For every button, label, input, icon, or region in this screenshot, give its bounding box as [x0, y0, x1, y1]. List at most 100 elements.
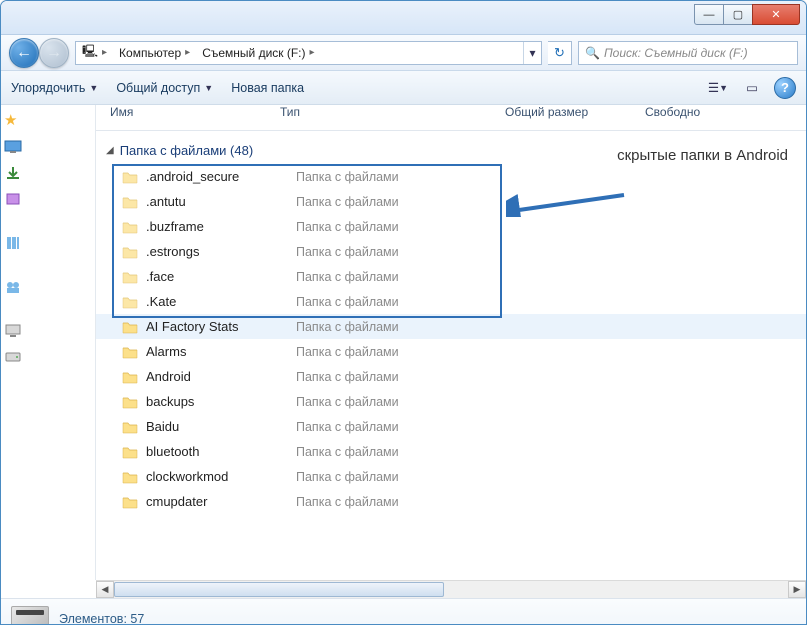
column-header-free[interactable]: Свободно	[645, 105, 806, 130]
help-button[interactable]: ?	[774, 77, 796, 99]
titlebar: — ▢ ✕	[1, 1, 806, 35]
file-type: Папка с файлами	[296, 320, 399, 334]
explorer-window: — ▢ ✕ ← → 🖳 ▸ Компьютер▸ Съемный диск (F:…	[0, 0, 807, 625]
column-header-size[interactable]: Общий размер	[505, 105, 645, 130]
file-row[interactable]: AI Factory StatsПапка с файлами	[96, 314, 806, 339]
column-header-type[interactable]: Тип	[280, 105, 505, 130]
annotation-label: скрытые папки в Android	[617, 147, 788, 164]
chevron-right-icon: ▸	[185, 47, 190, 58]
sidebar-item-drive[interactable]	[4, 349, 22, 365]
view-options-button[interactable]: ☰ ▼	[706, 77, 730, 99]
collapse-triangle-icon: ◢	[106, 145, 114, 156]
close-button[interactable]: ✕	[752, 4, 800, 25]
search-input[interactable]: 🔍 Поиск: Съемный диск (F:)	[578, 41, 798, 65]
search-icon: 🔍	[585, 46, 600, 60]
file-type: Папка с файлами	[296, 220, 399, 234]
folder-icon	[122, 469, 140, 485]
file-type: Папка с файлами	[296, 420, 399, 434]
file-row[interactable]: .KateПапка с файлами	[96, 289, 806, 314]
file-row[interactable]: .antutuПапка с файлами	[96, 189, 806, 214]
file-name: .antutu	[146, 194, 296, 209]
file-name: Android	[146, 369, 296, 384]
minimize-button[interactable]: —	[694, 4, 724, 25]
file-type: Папка с файлами	[296, 445, 399, 459]
file-name: cmupdater	[146, 494, 296, 509]
folder-icon	[122, 494, 140, 510]
breadcrumb[interactable]: 🖳 ▸ Компьютер▸ Съемный диск (F:)▸ ▾	[75, 41, 542, 65]
folder-icon	[122, 394, 140, 410]
star-icon: ★	[4, 111, 17, 129]
help-icon: ?	[781, 80, 789, 95]
sidebar-item-recent[interactable]	[4, 191, 22, 207]
file-row[interactable]: .estrongsПапка с файлами	[96, 239, 806, 264]
back-button[interactable]: ←	[9, 38, 39, 68]
sidebar-item-computer[interactable]	[4, 323, 22, 339]
file-type: Папка с файлами	[296, 370, 399, 384]
file-row[interactable]: .faceПапка с файлами	[96, 264, 806, 289]
forward-button[interactable]: →	[39, 38, 69, 68]
preview-icon: ▭	[746, 80, 758, 95]
file-row[interactable]: BaiduПапка с файлами	[96, 414, 806, 439]
file-row[interactable]: AndroidПапка с файлами	[96, 364, 806, 389]
folder-icon	[122, 219, 140, 235]
refresh-icon: ↻	[554, 45, 565, 61]
arrow-left-icon: ←	[16, 44, 32, 62]
file-row[interactable]: AlarmsПапка с файлами	[96, 339, 806, 364]
file-row[interactable]: bluetoothПапка с файлами	[96, 439, 806, 464]
sidebar-item-downloads[interactable]	[4, 165, 22, 181]
scroll-right-button[interactable]: ▶	[788, 581, 806, 598]
sidebar-item-libraries[interactable]	[4, 235, 22, 251]
file-name: Baidu	[146, 419, 296, 434]
file-type: Папка с файлами	[296, 245, 399, 259]
file-name: .estrongs	[146, 244, 296, 259]
file-list: .android_secureПапка с файлами.antutuПап…	[96, 164, 806, 514]
refresh-button[interactable]: ↻	[548, 41, 572, 65]
column-header-name[interactable]: Имя	[110, 105, 280, 130]
folder-icon	[122, 369, 140, 385]
chevron-right-icon: ▸	[102, 47, 107, 58]
annotation-arrow-icon	[506, 191, 626, 217]
file-row[interactable]: clockworkmodПапка с файлами	[96, 464, 806, 489]
crumb-drive[interactable]: Съемный диск (F:)▸	[196, 42, 320, 64]
file-type: Папка с файлами	[296, 345, 399, 359]
folder-icon	[122, 294, 140, 310]
breadcrumb-dropdown[interactable]: ▾	[523, 42, 541, 64]
folder-icon	[122, 269, 140, 285]
horizontal-scrollbar[interactable]: ◀ ▶	[96, 580, 806, 598]
file-name: .android_secure	[146, 169, 296, 184]
scroll-left-button[interactable]: ◀	[96, 581, 114, 598]
column-headers: Имя Тип Общий размер Свободно	[96, 105, 806, 131]
file-type: Папка с файлами	[296, 270, 399, 284]
sidebar-item-desktop[interactable]	[4, 139, 22, 155]
crumb-computer[interactable]: Компьютер▸	[113, 42, 196, 64]
share-menu[interactable]: Общий доступ ▼	[116, 81, 213, 95]
maximize-button[interactable]: ▢	[723, 4, 753, 25]
favorites-section[interactable]: ★	[4, 111, 17, 129]
sidebar-item-homegroup[interactable]	[4, 279, 22, 295]
new-folder-button[interactable]: Новая папка	[231, 81, 304, 95]
file-row[interactable]: .buzframeПапка с файлами	[96, 214, 806, 239]
organize-menu[interactable]: Упорядочить ▼	[11, 81, 98, 95]
file-row[interactable]: cmupdaterПапка с файлами	[96, 489, 806, 514]
drive-icon	[11, 606, 49, 625]
folder-icon	[122, 344, 140, 360]
chevron-down-icon: ▼	[89, 83, 98, 93]
file-type: Папка с файлами	[296, 470, 399, 484]
file-row[interactable]: .android_secureПапка с файлами	[96, 164, 806, 189]
file-name: .face	[146, 269, 296, 284]
file-type: Папка с файлами	[296, 495, 399, 509]
file-name: .Kate	[146, 294, 296, 309]
folder-icon	[122, 169, 140, 185]
chevron-down-icon: ▾	[529, 46, 535, 60]
preview-pane-button[interactable]: ▭	[740, 77, 764, 99]
file-type: Папка с файлами	[296, 395, 399, 409]
computer-icon: 🖳	[82, 42, 98, 63]
folder-icon	[122, 444, 140, 460]
chevron-down-icon: ▼	[204, 83, 213, 93]
file-type: Папка с файлами	[296, 295, 399, 309]
scroll-thumb[interactable]	[114, 582, 444, 597]
search-placeholder: Поиск: Съемный диск (F:)	[604, 46, 748, 60]
file-row[interactable]: backupsПапка с файлами	[96, 389, 806, 414]
status-bar: Элементов: 57	[1, 598, 806, 625]
item-count-label: Элементов: 57	[59, 612, 144, 625]
